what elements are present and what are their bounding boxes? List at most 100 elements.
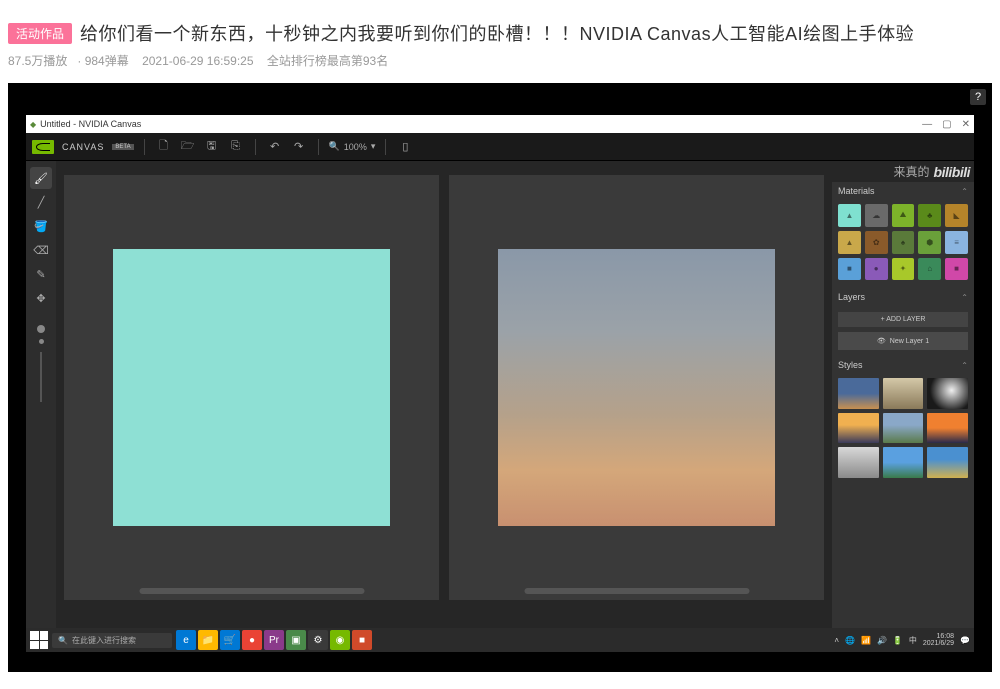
play-count: 87.5万播放 [8,54,67,68]
style-thumbnail[interactable] [927,378,968,409]
activity-tag[interactable]: 活动作品 [8,23,72,44]
material-swatch[interactable]: ● [865,258,888,281]
taskbar-app-icon[interactable]: e [176,630,196,650]
new-file-icon[interactable]: 🗋 [155,138,173,156]
close-button[interactable]: ✕ [962,119,970,130]
window-title: Untitled - NVIDIA Canvas [40,119,141,129]
help-icon[interactable]: ? [970,89,986,105]
app-brand: CANVAS [62,142,104,152]
material-swatch[interactable]: ✿ [865,231,888,254]
material-swatch[interactable]: ☁ [865,204,888,227]
maximize-button[interactable]: ▢ [942,119,951,130]
taskbar-search[interactable]: 🔍 在此键入进行搜索 [52,633,172,648]
segmentation-image[interactable] [113,249,391,527]
taskbar-app-icon[interactable]: 📁 [198,630,218,650]
material-swatch[interactable]: ⛰ [892,204,915,227]
tool-strip: 🖌 ╱ 🪣 ⌫ ✎ ✥ [26,161,56,628]
material-swatch[interactable]: ✦ [892,258,915,281]
notification-icon[interactable]: 💬 [960,636,970,645]
style-thumbnail[interactable] [927,447,968,478]
taskbar-app-icon[interactable]: ◉ [330,630,350,650]
taskbar-app-icon[interactable]: ▣ [286,630,306,650]
styles-grid [832,374,974,482]
styles-title: Styles [838,360,863,370]
undo-icon[interactable]: ↶ [266,138,284,156]
rank-text: 全站排行榜最高第93名 [267,54,388,68]
move-tool-icon[interactable]: ✥ [30,287,52,309]
danmu-count: 984弹幕 [85,54,129,68]
taskbar-app-icon[interactable]: ● [242,630,262,650]
tray-wifi-icon[interactable]: 📶 [861,636,871,645]
export-icon[interactable]: ⎘ [227,138,245,156]
add-layer-button[interactable]: + ADD LAYER [838,312,968,327]
material-swatch[interactable]: ■ [945,258,968,281]
video-title: 给你们看一个新东西，十秒钟之内我要听到你们的卧槽！！！NVIDIA Canvas… [80,20,914,46]
materials-header[interactable]: Materials ⌃ [832,182,974,200]
horizontal-scrollbar[interactable] [139,588,364,594]
brush-tool-icon[interactable]: 🖌 [30,167,52,189]
material-swatch[interactable]: ⌂ [918,258,941,281]
materials-grid: ▲☁⛰♣◣▲✿♠⬢≡■●✦⌂■ [832,200,974,288]
material-swatch[interactable]: ■ [838,258,861,281]
taskbar-app-icon[interactable]: ⚙ [308,630,328,650]
save-icon[interactable]: 🖫 [203,138,221,156]
visibility-icon[interactable]: 👁 [877,337,886,345]
brush-size-small-icon[interactable] [39,339,44,344]
tray-network-icon[interactable]: 🌐 [845,636,855,645]
style-thumbnail[interactable] [883,447,924,478]
taskbar-app-icon[interactable]: 🛒 [220,630,240,650]
publish-time: 2021-06-29 16:59:25 [142,54,253,68]
material-swatch[interactable]: ♣ [918,204,941,227]
open-file-icon[interactable]: 🗁 [179,138,197,156]
styles-header[interactable]: Styles ⌃ [832,356,974,374]
style-thumbnail[interactable] [883,378,924,409]
material-swatch[interactable]: ⬢ [918,231,941,254]
right-panel: 来真的 bilibili Materials ⌃ ▲☁⛰♣◣▲✿♠⬢≡■●✦⌂■… [832,161,974,628]
zoom-control[interactable]: 🔍 100% ▾ [329,141,376,152]
material-swatch[interactable]: ▲ [838,204,861,227]
chevron-up-icon: ⌃ [961,293,968,302]
horizontal-scrollbar[interactable] [524,588,749,594]
chevron-up-icon: ⌃ [961,361,968,370]
style-thumbnail[interactable] [927,413,968,444]
eraser-tool-icon[interactable]: ⌫ [30,239,52,261]
line-tool-icon[interactable]: ╱ [30,191,52,213]
system-tray[interactable]: ˄ 🌐 📶 🔊 🔋 中 16:08 2021/6/29 💬 [834,633,970,647]
style-thumbnail[interactable] [838,447,879,477]
material-swatch[interactable]: ▲ [838,231,861,254]
windows-taskbar: 🔍 在此键入进行搜索 e📁🛒●Pr▣⚙◉■ ˄ 🌐 📶 🔊 🔋 中 16:08 … [26,628,974,652]
zoom-value: 100% [344,142,367,152]
layer-item[interactable]: 👁 New Layer 1 [838,332,968,350]
fill-tool-icon[interactable]: 🪣 [30,215,52,237]
material-swatch[interactable]: ♠ [892,231,915,254]
material-swatch[interactable]: ≡ [945,231,968,254]
taskbar-clock[interactable]: 16:08 2021/6/29 [923,633,954,647]
tray-chevron-icon[interactable]: ˄ [834,636,839,645]
beta-badge: BETA [112,144,133,150]
video-player[interactable]: ? ◆ Untitled - NVIDIA Canvas — ▢ ✕ CANVA… [8,83,992,672]
zoom-icon: 🔍 [329,141,340,152]
output-canvas[interactable] [449,175,824,600]
eyedropper-tool-icon[interactable]: ✎ [30,263,52,285]
taskbar-app-icon[interactable]: ■ [352,630,372,650]
tray-ime-icon[interactable]: 中 [909,635,917,646]
layers-header[interactable]: Layers ⌃ [832,288,974,306]
style-thumbnail[interactable] [838,413,879,443]
style-thumbnail[interactable] [838,378,879,408]
redo-icon[interactable]: ↷ [290,138,308,156]
taskbar-app-icon[interactable]: Pr [264,630,284,650]
segmentation-canvas[interactable] [64,175,439,600]
minimize-button[interactable]: — [922,119,932,130]
tray-battery-icon[interactable]: 🔋 [893,636,903,645]
tray-volume-icon[interactable]: 🔊 [877,636,887,645]
chevron-up-icon: ⌃ [961,187,968,196]
brush-size-large-icon[interactable] [37,325,45,333]
search-icon: 🔍 [58,636,68,645]
brush-size-slider[interactable] [40,352,42,402]
material-swatch[interactable]: ◣ [945,204,968,227]
output-image [498,249,776,527]
layout-icon[interactable]: ▯ [396,138,414,156]
windows-start-icon[interactable] [30,631,48,649]
layer-name: New Layer 1 [890,338,929,345]
style-thumbnail[interactable] [883,413,924,444]
